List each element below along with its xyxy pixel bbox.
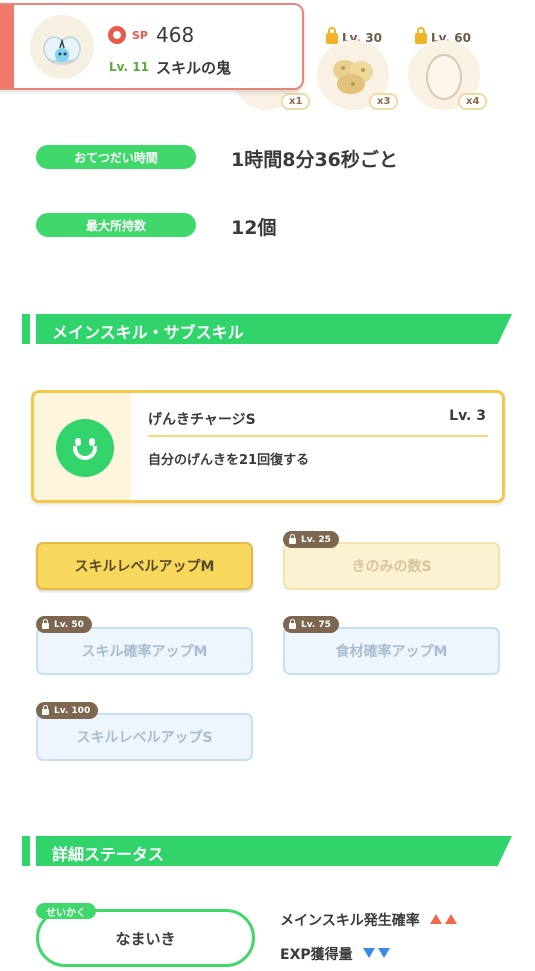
max-carry-label: 最大所持数 — [36, 213, 196, 237]
status-section-header: 詳細ステータス — [22, 836, 512, 866]
stat-down-icon — [362, 946, 393, 962]
sub-skill-button-locked[interactable]: スキルレベルアップS — [36, 713, 253, 761]
pokemon-portrait-icon — [30, 15, 94, 79]
nature-tag: せいかく — [36, 903, 96, 919]
pokemon-summary-card[interactable]: SP 468 Lv. 11 スキルの鬼 — [0, 3, 304, 90]
stat-effect-row: EXP獲得量 — [280, 944, 393, 964]
sub-skill-button-locked[interactable]: 食材確率アップM — [283, 627, 500, 675]
max-carry-value: 12個 — [231, 217, 277, 239]
sub-skill-label: スキル確率アップM — [81, 644, 208, 660]
section-title: メインスキル・サブスキル — [52, 323, 244, 342]
stat-effect-label: メインスキル発生確率 — [280, 913, 420, 929]
sub-skill-label: きのみの数S — [351, 559, 432, 575]
help-time-value: 1時間8分36秒ごと — [231, 149, 398, 171]
pokemon-level: Lv. 11 — [109, 60, 149, 74]
card-accent-bar — [0, 5, 14, 88]
unlock-level-tag: Lv. 75 — [283, 616, 339, 633]
sub-skill-label: スキルレベルアップS — [76, 730, 213, 746]
lock-icon — [289, 534, 296, 544]
lock-icon — [42, 705, 49, 715]
sub-skill-label: 食材確率アップM — [335, 644, 448, 660]
pokemon-nickname: スキルの鬼 — [156, 59, 232, 77]
main-skill-level: Lv. 3 — [449, 408, 486, 424]
sub-skill-label: スキルレベルアップM — [74, 559, 215, 575]
main-skill-description: 自分のげんきを21回復する — [148, 453, 310, 468]
sub-skill-button-locked[interactable]: スキル確率アップM — [36, 627, 253, 675]
divider — [148, 435, 488, 437]
section-title: 詳細ステータス — [52, 845, 165, 864]
sp-value: 468 — [156, 23, 195, 47]
unlock-level-tag: Lv. 100 — [36, 702, 99, 719]
stat-up-icon — [429, 912, 460, 928]
lock-icon — [289, 619, 296, 629]
sub-skill-button-locked[interactable]: きのみの数S — [283, 542, 500, 590]
ingredient-count: x1 — [281, 93, 311, 110]
ingredient-count: x3 — [369, 93, 399, 110]
stat-effect-label: EXP獲得量 — [280, 947, 353, 963]
lock-icon — [42, 619, 49, 629]
stat-effect-row: メインスキル発生確率 — [280, 910, 460, 930]
help-time-label: おてつだい時間 — [36, 145, 196, 169]
pokeball-icon — [108, 26, 126, 44]
skills-section-header: メインスキル・サブスキル — [22, 314, 512, 344]
main-skill-name: げんきチャージS — [148, 412, 256, 428]
smile-face-icon — [56, 419, 114, 477]
sp-label: SP — [132, 29, 148, 42]
unlock-level-tag: Lv. 25 — [283, 531, 339, 548]
unlock-level-tag: Lv. 50 — [36, 616, 92, 633]
sub-skill-button[interactable]: スキルレベルアップM — [36, 542, 253, 590]
nature-value: なまいき — [115, 929, 176, 948]
ingredient-count: x4 — [458, 93, 488, 110]
main-skill-card[interactable]: げんきチャージS Lv. 3 自分のげんきを21回復する — [31, 390, 505, 503]
